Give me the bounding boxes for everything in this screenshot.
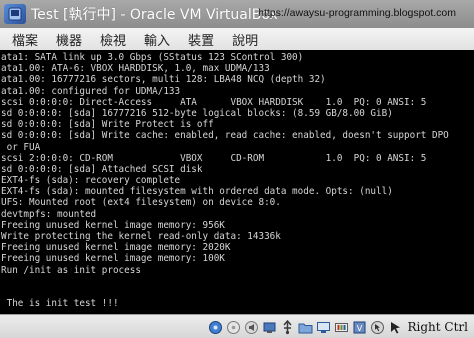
watermark-url: https://awaysu-programming.blogspot.com	[258, 7, 456, 19]
optical-drive-icon[interactable]	[226, 320, 241, 335]
title-bar[interactable]: Test [執行中] - Oracle VM VirtualBox https:…	[0, 0, 474, 28]
menu-bar: 檔案 機器 檢視 輸入 裝置 說明	[0, 28, 474, 51]
console-line: ata1: SATA link up 3.0 Gbps (SStatus 123…	[1, 52, 304, 63]
console-line: Freeing unused kernel image memory: 2020…	[1, 242, 231, 254]
console-line: EXT4-fs (sda): mounted filesystem with o…	[1, 186, 393, 198]
virtualbox-app-icon[interactable]	[4, 4, 26, 24]
console-line: Run /init as init process	[1, 264, 141, 276]
console-line: UFS: Mounted root (ext4 filesystem) on d…	[1, 197, 281, 209]
console-line: sd 0:0:0:0: [sda] Write cache: enabled, …	[1, 130, 449, 142]
console-line: scsi 0:0:0:0: Direct-Access ATA VBOX HAR…	[1, 96, 427, 108]
shared-folders-icon[interactable]	[298, 320, 313, 335]
console-line: Freeing unused kernel image memory: 100K	[1, 253, 225, 265]
display-icon[interactable]	[316, 320, 331, 335]
console-line: or FUA	[1, 141, 41, 153]
recording-icon[interactable]	[334, 320, 349, 335]
console-line: EXT4-fs (sda): recovery complete	[1, 175, 181, 187]
console-line: scsi 2:0:0:0: CD-ROM VBOX CD-ROM 1.0 PQ:…	[1, 152, 427, 164]
menu-input[interactable]: 輸入	[135, 30, 179, 49]
svg-text:V: V	[356, 324, 362, 333]
virtualbox-window: Test [執行中] - Oracle VM VirtualBox https:…	[0, 0, 474, 338]
console-line: Freeing unused kernel image memory: 956K	[1, 219, 225, 231]
audio-icon[interactable]	[244, 320, 259, 335]
window-title: Test [執行中] - Oracle VM VirtualBox	[31, 7, 278, 23]
console-line: The is init test !!!	[1, 298, 119, 310]
keyboard-icon[interactable]	[388, 320, 403, 335]
vm-console-screen[interactable]: ata1: SATA link up 3.0 Gbps (SStatus 123…	[0, 50, 474, 314]
console-line: Write protecting the kernel read-only da…	[1, 231, 281, 242]
menu-view[interactable]: 檢視	[91, 30, 135, 49]
mouse-integration-icon[interactable]	[370, 320, 385, 335]
host-key-label[interactable]: Right Ctrl	[408, 320, 469, 334]
menu-file[interactable]: 檔案	[0, 30, 47, 49]
console-line: sd 0:0:0:0: [sda] 16777216 512-byte logi…	[1, 107, 393, 119]
menu-help[interactable]: 說明	[223, 30, 267, 49]
virtualization-icon[interactable]: V	[352, 320, 367, 335]
console-line: ata1.00: configured for UDMA/133	[1, 85, 181, 97]
menu-devices[interactable]: 裝置	[179, 30, 223, 49]
status-bar: V Right Ctrl	[0, 314, 474, 338]
console-line: devtmpfs: mounted	[1, 208, 97, 220]
console-line: sd 0:0:0:0: [sda] Write Protect is off	[1, 119, 214, 131]
console-output: ata1: SATA link up 3.0 Gbps (SStatus 123…	[0, 50, 474, 314]
network-icon[interactable]	[262, 320, 277, 335]
usb-icon[interactable]	[280, 319, 295, 335]
console-line: ata1.00: ATA-6: VBOX HARDDISK, 1.0, max …	[1, 63, 270, 75]
console-line: sd 0:0:0:0: [sda] Attached SCSI disk	[1, 163, 203, 175]
hard-disk-icon[interactable]	[208, 320, 223, 335]
menu-machine[interactable]: 機器	[47, 30, 91, 49]
console-line: ata1.00: 16777216 sectors, multi 128: LB…	[1, 74, 326, 86]
